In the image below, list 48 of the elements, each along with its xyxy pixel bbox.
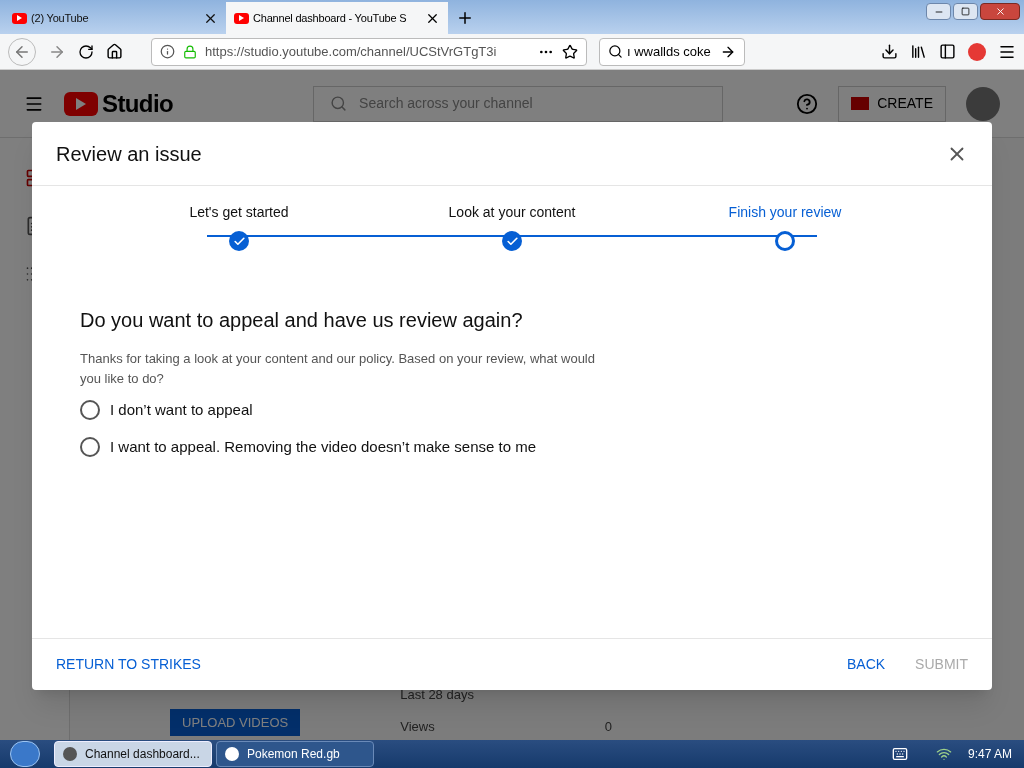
create-button[interactable]: CREATE [838,85,946,122]
reload-icon[interactable] [78,43,94,60]
radio-button[interactable] [80,400,100,421]
download-icon[interactable] [881,43,898,60]
return-to-strikes-button[interactable]: RETURN TO STRIKES [56,654,201,675]
adblock-icon[interactable] [968,42,986,61]
taskbar-item[interactable]: Pokemon Red.gb [216,741,374,767]
home-icon[interactable] [106,43,123,60]
dialog-title: Review an issue [56,141,202,167]
youtube-icon [12,12,27,24]
sidebar-icon[interactable] [939,43,956,60]
search-icon [330,95,348,112]
option-label: I want to appeal. Removing the video doesn’t make sense to me [110,436,537,457]
views-label: Views [400,717,435,736]
start-button[interactable] [10,741,40,767]
youtube-icon [234,12,249,24]
question-heading: Do you want to appeal and have us review again? [80,308,524,333]
search-field[interactable]: ı wwallds coke [599,37,745,66]
library-icon[interactable] [910,43,927,60]
description-text: Thanks for taking a look at your content and our policy. Based on your review, what would you like to do? [80,350,596,388]
search-icon [608,44,623,59]
minimize-icon[interactable] [926,3,951,20]
tab-title: Channel dashboard - YouTube S [253,10,408,26]
tab-title: (2) YouTube [31,10,90,26]
studio-logo: Studio [102,88,174,119]
browser-tab[interactable]: (2) YouTube [4,2,226,34]
help-icon[interactable] [796,92,819,115]
browser-tab[interactable]: Channel dashboard - YouTube S [226,2,448,34]
back-button[interactable]: BACK [847,654,886,675]
youtube-logo-icon [64,91,98,116]
network-icon[interactable] [935,746,952,762]
restore-icon[interactable] [953,3,978,20]
url-field[interactable]: https://studio.youtube.com/channel/UCStVrGTgT3i [151,37,587,66]
avatar[interactable] [966,86,1000,121]
step-label: Look at your content [448,203,576,222]
clock[interactable]: 9:47 AM [967,745,1012,763]
step-label: Finish your review [728,203,842,222]
info-icon[interactable] [160,44,175,59]
views-value: 0 [604,717,612,736]
lock-icon [183,44,197,59]
bookmark-star-icon[interactable] [562,43,578,60]
taskbar-item[interactable]: Channel dashboard... [54,741,212,767]
step-label: Let's get started [189,203,289,222]
period-label: Last 28 days [400,686,475,704]
keyboard-icon[interactable] [891,746,908,762]
radio-button[interactable] [80,436,100,457]
option-label: I don’t want to appeal [110,400,253,420]
new-tab-icon[interactable] [456,9,474,27]
